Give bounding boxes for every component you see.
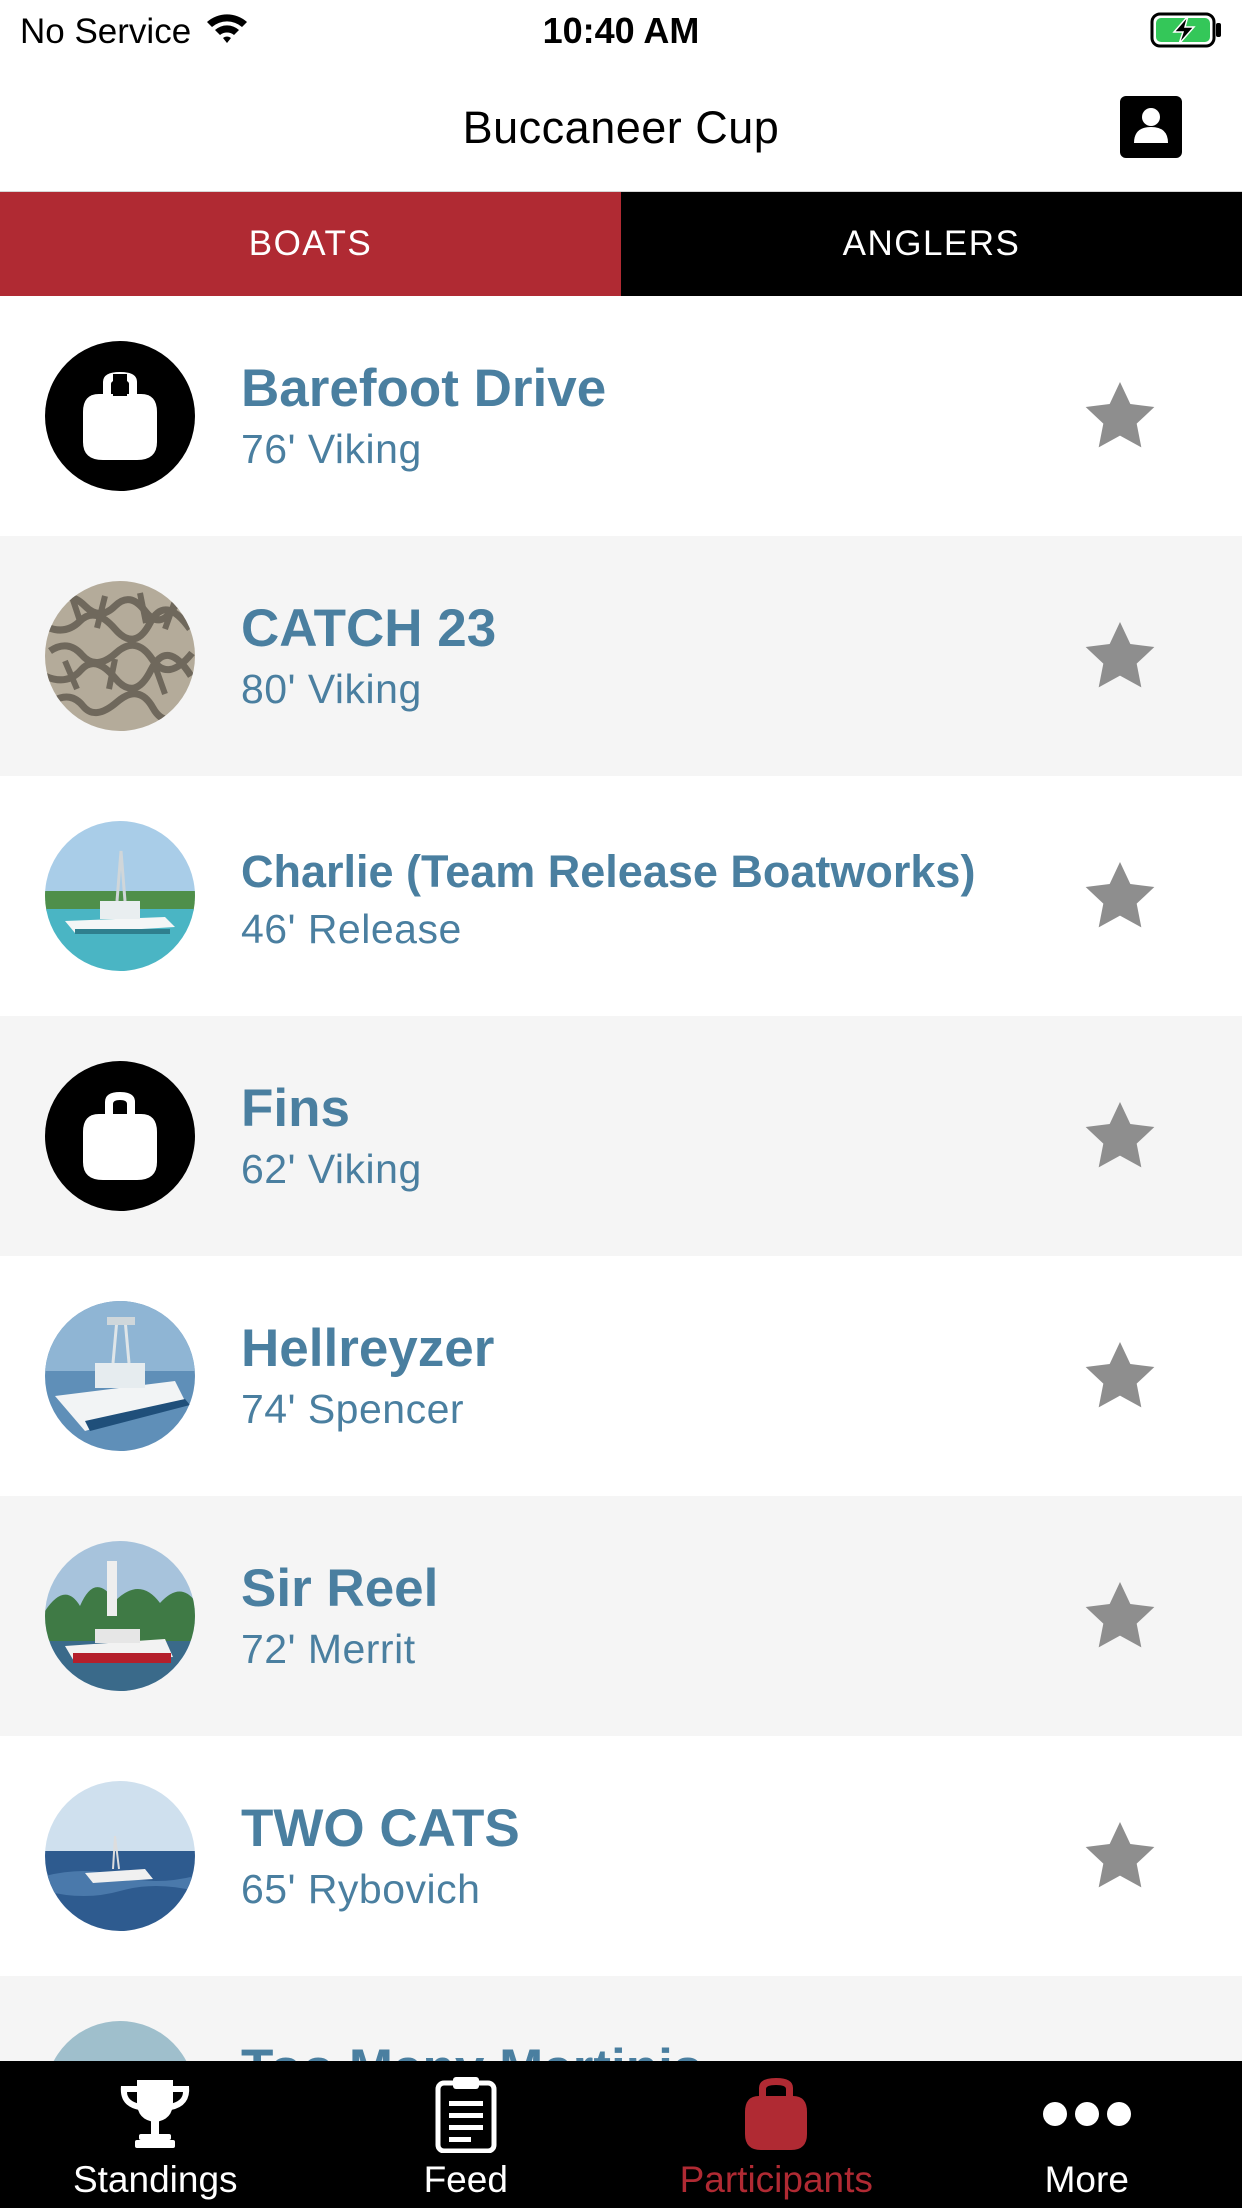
favorite-star-icon[interactable] [1080, 856, 1160, 936]
list-item[interactable]: Sir Reel 72' Merrit [0, 1496, 1242, 1736]
boat-name: Fins [241, 1079, 350, 1138]
clipboard-icon [311, 2075, 622, 2153]
favorite-star-icon[interactable] [1080, 1816, 1160, 1896]
boat-name: Too Many Martinis [241, 2038, 702, 2061]
favorite-star-icon[interactable] [1080, 376, 1160, 456]
boat-avatar [45, 1541, 195, 1691]
tab-feed[interactable]: Feed [311, 2061, 622, 2208]
boat-avatar [45, 1781, 195, 1931]
tab-anglers[interactable]: ANGLERS [621, 192, 1242, 296]
boat-photo [45, 2021, 195, 2061]
profile-button[interactable] [1120, 96, 1182, 158]
boat-subtitle: 65' Rybovich [241, 1866, 481, 1912]
boat-name: Hellreyzer [241, 1319, 495, 1378]
tab-label: Standings [72, 2159, 238, 2200]
ellipsis-icon [932, 2075, 1242, 2153]
boat-subtitle: 72' Merrit [241, 1626, 416, 1672]
tab-label: Feed [423, 2159, 508, 2200]
segment-tabs: BOATS ANGLERS [0, 192, 1242, 296]
boat-photo [45, 1301, 195, 1451]
tab-boats[interactable]: BOATS [0, 192, 621, 296]
list-item[interactable]: TWO CATS 65' Rybovich [0, 1736, 1242, 1976]
page-title: Buccaneer Cup [462, 102, 780, 153]
status-time: 10:40 AM [542, 10, 700, 51]
list-item[interactable]: Hellreyzer 74' Spencer [0, 1256, 1242, 1496]
trophy-icon [0, 2075, 311, 2153]
boat-name: Barefoot Drive [241, 359, 607, 418]
boat-avatar [45, 341, 195, 491]
list-item[interactable]: CATCH 23 80' Viking [0, 536, 1242, 776]
list-item[interactable]: Too Many Martinis [0, 1976, 1242, 2061]
placeholder-boat-icon [83, 372, 157, 460]
tab-label: Participants [679, 2159, 873, 2200]
boat-avatar [45, 2021, 195, 2061]
list-item[interactable]: Fins 62' Viking [0, 1016, 1242, 1256]
status-bar: No Service 10:40 AM [0, 0, 1242, 62]
boat-photo [45, 1781, 195, 1931]
list-item[interactable]: Charlie (Team Release Boatworks) 46' Rel… [0, 776, 1242, 1016]
favorite-star-icon[interactable] [1080, 1576, 1160, 1656]
favorite-star-icon[interactable] [1080, 1096, 1160, 1176]
favorite-star-icon[interactable] [1080, 616, 1160, 696]
boats-list: Barefoot Drive 76' Viking CATCH 23 80' V… [0, 296, 1242, 2061]
boat-avatar [45, 1301, 195, 1451]
boat-avatar [45, 821, 195, 971]
boat-name: CATCH 23 [241, 599, 497, 658]
placeholder-boat-icon [83, 1092, 157, 1180]
boat-subtitle: 46' Release [241, 906, 462, 952]
camouflage-pattern-photo [45, 581, 195, 731]
boat-name: Sir Reel [241, 1559, 439, 1618]
boat-subtitle: 74' Spencer [241, 1386, 465, 1432]
boat-name: Charlie (Team Release Boatworks) [241, 846, 976, 897]
nav-header: Buccaneer Cup [0, 62, 1242, 192]
person-card-icon [1131, 103, 1171, 152]
boat-photo [45, 821, 195, 971]
boat-subtitle: 76' Viking [241, 426, 422, 472]
boat-photo [45, 1541, 195, 1691]
boat-name: TWO CATS [241, 1799, 520, 1858]
bottom-tab-bar: Standings Feed Participants More [0, 2061, 1242, 2208]
boat-avatar [45, 1061, 195, 1211]
tab-standings[interactable]: Standings [0, 2061, 311, 2208]
tab-label: More [1044, 2159, 1129, 2200]
list-item[interactable]: Barefoot Drive 76' Viking [0, 296, 1242, 536]
battery-icon [1150, 12, 1224, 53]
tab-more[interactable]: More [932, 2061, 1242, 2208]
tab-participants[interactable]: Participants [621, 2061, 932, 2208]
boat-bow-icon [621, 2075, 932, 2153]
boat-avatar [45, 581, 195, 731]
boat-subtitle: 62' Viking [241, 1146, 422, 1192]
favorite-star-icon[interactable] [1080, 1336, 1160, 1416]
boat-subtitle: 80' Viking [241, 666, 422, 712]
